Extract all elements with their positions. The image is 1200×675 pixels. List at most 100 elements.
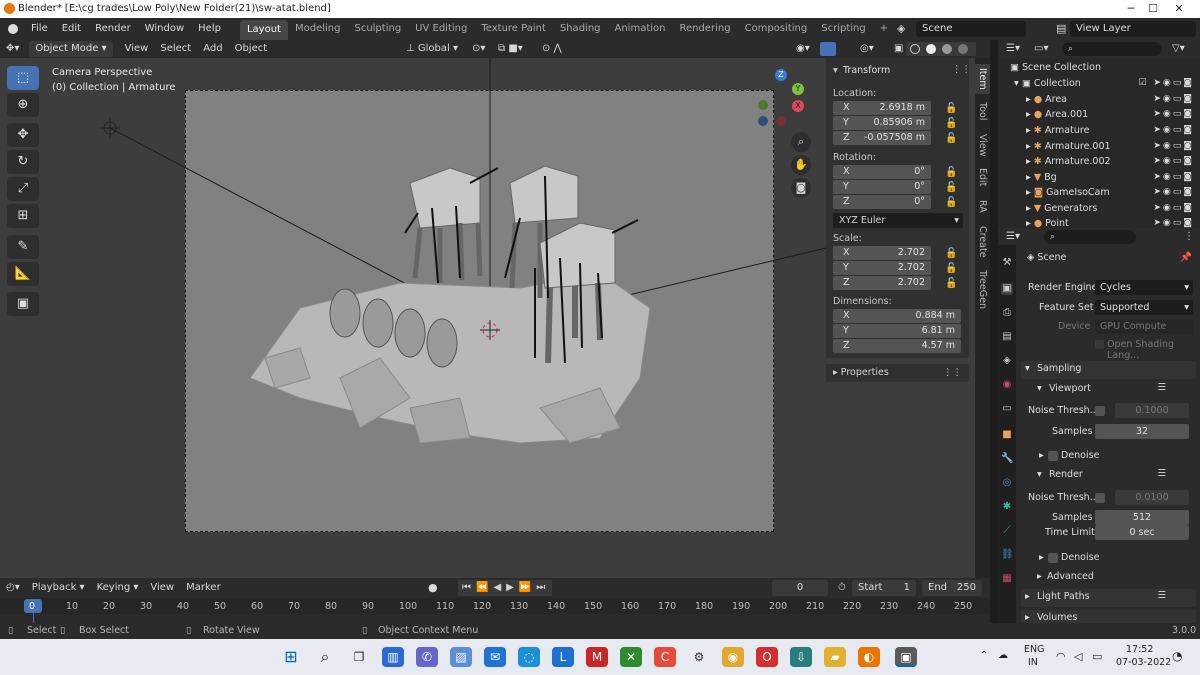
rotation-z-field[interactable]: Z 0° — [833, 195, 931, 209]
add-cube-tool-icon[interactable]: ▣ — [7, 292, 39, 316]
xbox-icon[interactable]: ✕ — [620, 647, 642, 667]
menu-file[interactable]: File — [24, 18, 55, 40]
collection-tab-icon[interactable]: ▭ — [1001, 403, 1013, 415]
tab-texture-paint[interactable]: Texture Paint — [474, 18, 553, 40]
start-frame-field[interactable]: Start 1 — [852, 580, 916, 596]
filter-icon[interactable]: ▽▾ — [1166, 40, 1191, 58]
visibility-toggles[interactable]: ➤◉▭◙ — [1153, 92, 1194, 108]
outliner-editor-icon[interactable]: ☰▾ — [1000, 40, 1026, 58]
menu-select[interactable]: Select — [154, 40, 197, 58]
scale-y-field[interactable]: Y 2.702 — [833, 261, 931, 275]
denoise-checkbox[interactable] — [1048, 553, 1058, 563]
language-eng[interactable]: ENG — [1024, 644, 1044, 655]
move-tool-icon[interactable]: ✥ — [7, 123, 39, 147]
solid-shading-icon[interactable] — [926, 44, 936, 54]
rotation-y-field[interactable]: Y 0° — [833, 180, 931, 194]
tab-treegen[interactable]: TreeGen — [975, 266, 990, 313]
gizmo-y-axis[interactable]: Y — [792, 83, 804, 95]
sampling-panel-header[interactable]: ▾ Sampling — [1021, 361, 1196, 379]
tab-scripting[interactable]: Scripting — [814, 18, 872, 40]
keying-menu[interactable]: Keying ▾ — [91, 579, 145, 597]
timeline-ruler[interactable]: 0 10 20 30 40 50 60 70 80 90 100 110 120 130 140 150 160… — [0, 598, 990, 614]
tab-view[interactable]: View — [975, 130, 990, 161]
viewport-noise-field[interactable]: 0.1000 — [1115, 403, 1189, 418]
noise-threshold-checkbox[interactable] — [1095, 493, 1105, 503]
dimensions-x-field[interactable]: X 0.884 m — [833, 309, 961, 323]
visibility-icon[interactable]: ◉▾ — [790, 40, 816, 58]
tab-ra[interactable]: RA — [975, 196, 990, 217]
current-frame-field[interactable]: 0 — [772, 580, 828, 596]
render-engine-selector[interactable]: Cycles ▾ — [1095, 280, 1193, 295]
clock-date[interactable]: 07-03-2022 — [1116, 657, 1171, 668]
tab-tool[interactable]: Tool — [975, 98, 990, 124]
marker-menu[interactable]: Marker — [180, 579, 227, 597]
panel-options-icon[interactable]: ⋮ — [1178, 228, 1200, 246]
menu-help[interactable]: Help — [191, 18, 228, 40]
properties-panel-header[interactable]: ▸ Properties ⋮⋮ — [826, 364, 969, 382]
transform-collapse-icon[interactable]: ▾ — [833, 65, 838, 76]
visibility-toggles[interactable]: ➤◉▭◙ — [1153, 123, 1194, 139]
visibility-toggles[interactable]: ➤◉▭◙ — [1153, 154, 1194, 170]
render-tab-icon[interactable]: ▣ — [1001, 283, 1013, 295]
gizmo-neg-z-axis[interactable] — [758, 116, 768, 126]
render-denoise-row[interactable]: ▸ Denoise — [1021, 550, 1196, 568]
timeline-editor-icon[interactable]: ◴▾ — [0, 579, 26, 597]
menu-edit[interactable]: Edit — [55, 18, 88, 40]
menu-window[interactable]: Window — [138, 18, 191, 40]
render-subpanel-header[interactable]: ▾ Render ☰ — [1021, 467, 1196, 485]
end-frame-field[interactable]: End 250 — [922, 580, 982, 596]
wireframe-shading-icon[interactable] — [910, 44, 920, 54]
rotate-tool-icon[interactable]: ↻ — [7, 150, 39, 174]
volume-icon[interactable]: ◁ — [1074, 650, 1082, 663]
task-view-icon[interactable]: ❐ — [348, 647, 370, 667]
scale-tool-icon[interactable]: ⤢ — [7, 177, 39, 201]
gizmo-z-axis[interactable]: Z — [775, 69, 787, 81]
object-tab-icon[interactable]: ■ — [1001, 429, 1013, 441]
lock-icon[interactable]: 🔓 — [945, 118, 957, 130]
menu-add[interactable]: Add — [197, 40, 228, 58]
tool-tab-icon[interactable]: ⚒ — [1001, 257, 1013, 269]
wifi-icon[interactable]: ◠ — [1056, 650, 1066, 663]
teams-chat-icon[interactable]: ✆ — [416, 647, 438, 667]
settings-gear-icon[interactable]: ⚙ — [688, 647, 710, 667]
scale-x-field[interactable]: X 2.702 — [833, 246, 931, 260]
photos-icon[interactable]: ▨ — [450, 647, 472, 667]
snap-icon[interactable]: ⧉ ■▾ — [492, 40, 529, 58]
zoom-icon[interactable]: ⌕ — [791, 132, 811, 152]
volumes-panel-header[interactable]: ▸ Volumes — [1021, 610, 1196, 623]
rendered-shading-icon[interactable] — [958, 44, 968, 54]
outliner-row-armature[interactable]: ▸ ✱ Armature ➤◉▭◙ — [998, 123, 1200, 139]
menu-view[interactable]: View — [119, 40, 155, 58]
editor-type-icon[interactable]: ✥▾ — [0, 40, 25, 58]
visibility-toggles[interactable]: ➤◉▭◙ — [1153, 139, 1194, 155]
tab-shading[interactable]: Shading — [553, 18, 608, 40]
feature-set-selector[interactable]: Supported ▾ — [1095, 300, 1193, 315]
gizmo-neg-x-axis[interactable] — [776, 116, 786, 126]
tab-compositing[interactable]: Compositing — [738, 18, 815, 40]
tab-item[interactable]: Item — [975, 64, 990, 94]
mail-icon[interactable]: ✉ — [484, 647, 506, 667]
output-tab-icon[interactable]: ⎙ — [1001, 307, 1013, 319]
download-app-icon[interactable]: ⇩ — [790, 647, 812, 667]
rotation-mode-selector[interactable]: XYZ Euler ▾ — [833, 213, 963, 228]
visibility-toggles[interactable]: ➤◉▭◙ — [1153, 201, 1194, 217]
gizmo-toggle-icon[interactable] — [820, 42, 836, 56]
scene-selector[interactable]: Scene — [916, 21, 1026, 37]
render-noise-field[interactable]: 0.0100 — [1115, 490, 1189, 505]
pivot-icon[interactable]: ⊙▾ — [466, 40, 491, 58]
edge-browser-icon[interactable]: ◌ — [518, 647, 540, 667]
visibility-toggles[interactable]: ➤◉▭◙ — [1153, 185, 1194, 201]
search-icon[interactable]: ⌕ — [314, 647, 336, 667]
chrome-icon[interactable]: ◉ — [722, 647, 744, 667]
presets-list-icon[interactable]: ☰ — [1157, 468, 1166, 479]
select-box-tool-icon[interactable]: ⬚ — [7, 66, 39, 90]
texture-tab-icon[interactable]: ▦ — [1001, 573, 1013, 585]
measure-tool-icon[interactable]: 📐 — [7, 262, 39, 286]
outliner-row-armature-002[interactable]: ▸ ✱ Armature.002 ➤◉▭◙ — [998, 154, 1200, 170]
lock-icon[interactable]: 🔓 — [945, 263, 957, 275]
area-divider[interactable] — [990, 40, 998, 623]
visibility-toggles[interactable]: ➤◉▭◙ — [1153, 107, 1194, 123]
tab-layout[interactable]: Layout — [239, 20, 288, 40]
lock-icon[interactable]: 🔓 — [945, 182, 957, 194]
gizmo-neg-y-axis[interactable] — [758, 100, 768, 110]
